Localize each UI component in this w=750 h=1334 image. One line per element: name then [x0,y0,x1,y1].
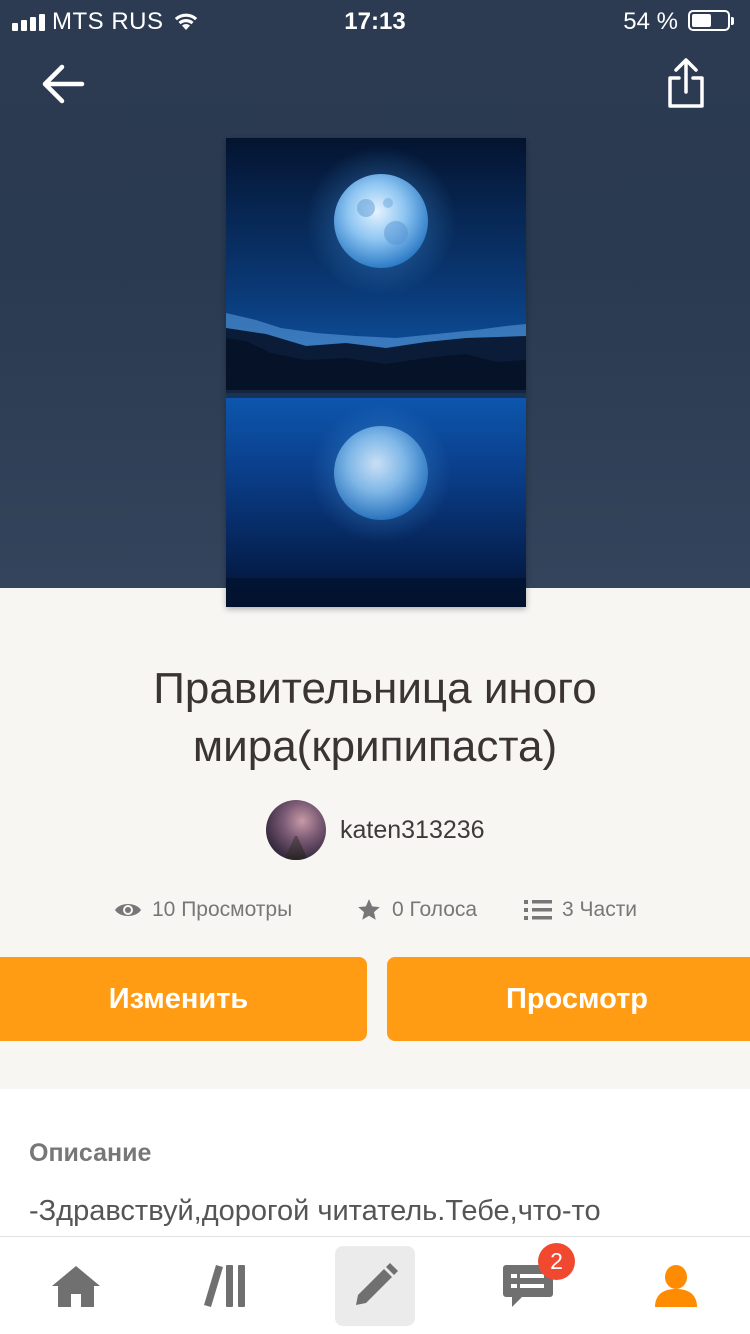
views-stat: 10 Просмотры [114,892,292,928]
battery-icon [688,10,734,31]
profile-icon [655,1265,697,1307]
battery-percent: 54 % [623,8,678,35]
eye-icon [115,904,141,916]
views-count: 10 Просмотры [152,898,293,921]
story-title-line-1: Правительница иного [153,664,597,713]
tab-home[interactable] [36,1237,116,1334]
messages-badge: 2 [538,1243,575,1280]
story-title: Правительница иного мира(крипипаста) [40,660,710,776]
tab-bar [0,1236,750,1334]
home-icon [52,1266,100,1307]
star-icon [358,899,380,920]
book-cover [226,138,526,607]
votes-stat: 0 Голоса [356,892,477,928]
share-icon [668,58,704,108]
tab-profile[interactable] [636,1237,716,1334]
edit-button[interactable]: Изменить [0,957,367,1041]
story-stats: 10 Просмотры 0 Голоса 3 Части [0,892,750,928]
share-button[interactable] [664,56,708,112]
parts-stat: 3 Части [524,892,637,928]
author-link[interactable]: katen313236 [266,800,485,860]
status-bar: MTS RUS 17:13 54 % [0,0,750,44]
parts-count: 3 Части [562,898,638,921]
preview-button[interactable]: Просмотр [387,957,750,1041]
story-title-line-2: мира(крипипаста) [192,722,558,771]
votes-count: 0 Голоса [392,898,478,921]
tab-library[interactable] [186,1237,266,1334]
tab-write[interactable] [335,1246,415,1326]
description-section: Описание -Здравствуй,дорогой читатель.Те… [0,1089,750,1249]
avatar [266,800,326,860]
library-icon [204,1265,245,1307]
list-icon [524,900,552,920]
description-heading: Описание [29,1139,152,1167]
arrow-left-icon [42,64,85,104]
author-name: katen313236 [340,815,485,844]
description-text: -Здравствуй,дорогой читатель.Тебе,что-то [29,1195,601,1227]
back-button[interactable] [38,60,90,108]
pencil-icon [356,1263,398,1305]
